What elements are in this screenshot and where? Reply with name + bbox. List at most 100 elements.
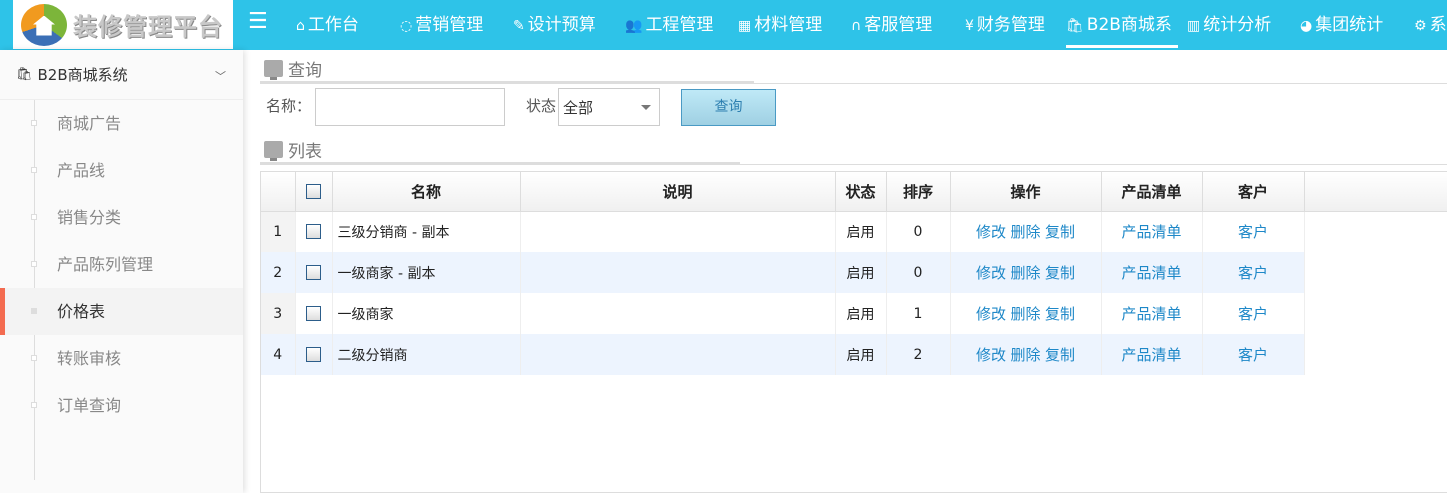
customer-link[interactable]: 客户 [1238,264,1268,282]
row-number-header [261,172,296,212]
filler-cell [1304,334,1447,375]
logo-house-icon [21,3,67,46]
nav-item-6[interactable]: ¥ 财务管理 [965,0,1045,50]
sidebar-item-4[interactable]: 价格表 [0,288,243,335]
tree-node-icon [31,167,37,173]
row-checkbox[interactable] [306,265,321,280]
nav-item-8[interactable]: ▥ 统计分析 [1187,0,1271,50]
delete-link[interactable]: 删除 [1010,305,1040,323]
column-header[interactable]: 产品清单 [1101,172,1203,212]
price-table-grid: 名称 说明 状态 排序 操作 产品清单 客户 1 三级分销商 - 副本 启用 0 修改 删除… [260,171,1447,493]
product-list-link[interactable]: 产品清单 [1121,305,1181,323]
column-header[interactable]: 状态 [835,172,887,212]
delete-link[interactable]: 删除 [1010,264,1040,282]
grid-icon: ▦ [738,18,752,34]
copy-link[interactable]: 复制 [1045,346,1075,364]
customer-link[interactable]: 客户 [1238,346,1268,364]
delete-link[interactable]: 删除 [1010,223,1040,241]
row-number: 1 [261,211,296,252]
chevron-down-icon[interactable]: ﹀ [215,68,226,84]
nav-item-3[interactable]: 👥 工程管理 [625,0,713,50]
nav-label: B2B商城系 [1086,15,1172,35]
sidebar-group-title: B2B商城系统 [37,66,128,84]
tree-node-icon [31,261,37,267]
edit-icon: ✎ [513,18,525,34]
select-all-checkbox[interactable] [306,184,321,200]
product-list-link[interactable]: 产品清单 [1121,264,1181,282]
hamburger-icon[interactable]: ☰ [248,11,270,33]
nav-item-5[interactable]: ∩ 客服管理 [851,0,932,50]
sidebar-item-5[interactable]: 转账审核 [0,335,243,382]
actions-cell: 修改 删除 复制 [950,293,1102,334]
search-button[interactable]: 查询 [681,89,776,126]
row-checkbox[interactable] [306,347,321,362]
description-cell [520,211,836,252]
column-header[interactable]: 操作 [950,172,1102,212]
nav-item-9[interactable]: ◕ 集团统计 [1300,0,1383,50]
product-list-cell: 产品清单 [1101,252,1203,293]
name-input[interactable] [315,88,505,126]
tree-node-icon [31,214,37,220]
sidebar-item-label: 订单查询 [57,396,122,415]
sidebar-item-1[interactable]: 产品线 [0,147,243,194]
nav-label: 统计分析 [1203,15,1272,35]
sidebar-item-6[interactable]: 订单查询 [0,382,243,429]
customer-cell: 客户 [1202,252,1305,293]
customer-link[interactable]: 客户 [1238,223,1268,241]
table-row[interactable]: 3 一级商家 启用 1 修改 删除 复制 产品清单 客户 [261,293,1447,334]
actions-cell: 修改 删除 复制 [950,252,1102,293]
table-row[interactable]: 4 二级分销商 启用 2 修改 删除 复制 产品清单 客户 [261,334,1447,375]
product-list-link[interactable]: 产品清单 [1121,223,1181,241]
nav-item-10[interactable]: ⚙ 系 [1414,0,1447,50]
nav-item-4[interactable]: ▦ 材料管理 [738,0,822,50]
nav-label: 集团统计 [1315,15,1384,35]
sidebar-item-2[interactable]: 销售分类 [0,194,243,241]
nav-label: 系 [1429,15,1447,35]
nav-item-0[interactable]: ⌂ 工作台 [296,0,359,50]
copy-link[interactable]: 复制 [1045,305,1075,323]
order-cell: 0 [886,211,951,252]
name-cell: 一级商家 - 副本 [332,252,521,293]
product-list-cell: 产品清单 [1101,334,1203,375]
name-label: 名称： [266,97,312,115]
name-cell: 三级分销商 - 副本 [332,211,521,252]
sidebar-item-label: 产品线 [57,161,106,180]
edit-link[interactable]: 修改 [976,346,1006,364]
copy-link[interactable]: 复制 [1045,223,1075,241]
sidebar-group-b2b[interactable]: 🛍 B2B商城系统 ﹀ [0,50,243,100]
headset-icon: ∩ [851,18,862,34]
nav-item-7[interactable]: 🛍 B2B商城系 [1066,0,1178,50]
table-row[interactable]: 2 一级商家 - 副本 启用 0 修改 删除 复制 产品清单 客户 [261,252,1447,293]
column-header[interactable]: 排序 [886,172,951,212]
filler-header [1304,172,1447,212]
table-row[interactable]: 1 三级分销商 - 副本 启用 0 修改 删除 复制 产品清单 客户 [261,211,1447,252]
edit-link[interactable]: 修改 [976,264,1006,282]
caret-down-icon [641,105,651,115]
copy-link[interactable]: 复制 [1045,264,1075,282]
status-cell: 启用 [835,252,887,293]
pie-chart-icon: ◕ [1300,18,1313,34]
nav-item-2[interactable]: ✎ 设计预算 [513,0,596,50]
product-list-cell: 产品清单 [1101,293,1203,334]
column-header[interactable]: 说明 [520,172,836,212]
status-select[interactable]: 全部 [558,88,660,126]
delete-link[interactable]: 删除 [1010,346,1040,364]
nav-label: 财务管理 [976,15,1045,35]
product-list-link[interactable]: 产品清单 [1121,346,1181,364]
sidebar-item-label: 商城广告 [57,114,122,133]
nav-item-1[interactable]: ◌ 营销管理 [400,0,483,50]
column-header[interactable]: 客户 [1202,172,1305,212]
row-checkbox[interactable] [306,306,321,321]
users-icon: 👥 [625,18,643,34]
sidebar-item-0[interactable]: 商城广告 [0,100,243,147]
edit-link[interactable]: 修改 [976,305,1006,323]
query-title-text: 查询 [288,61,322,81]
sidebar-item-3[interactable]: 产品陈列管理 [0,241,243,288]
column-header[interactable]: 名称 [332,172,521,212]
yen-icon: ¥ [965,18,974,34]
edit-link[interactable]: 修改 [976,223,1006,241]
customer-link[interactable]: 客户 [1238,305,1268,323]
row-select-cell [295,211,333,252]
row-checkbox[interactable] [306,224,321,240]
logo[interactable]: 装修管理平台 [13,0,233,49]
